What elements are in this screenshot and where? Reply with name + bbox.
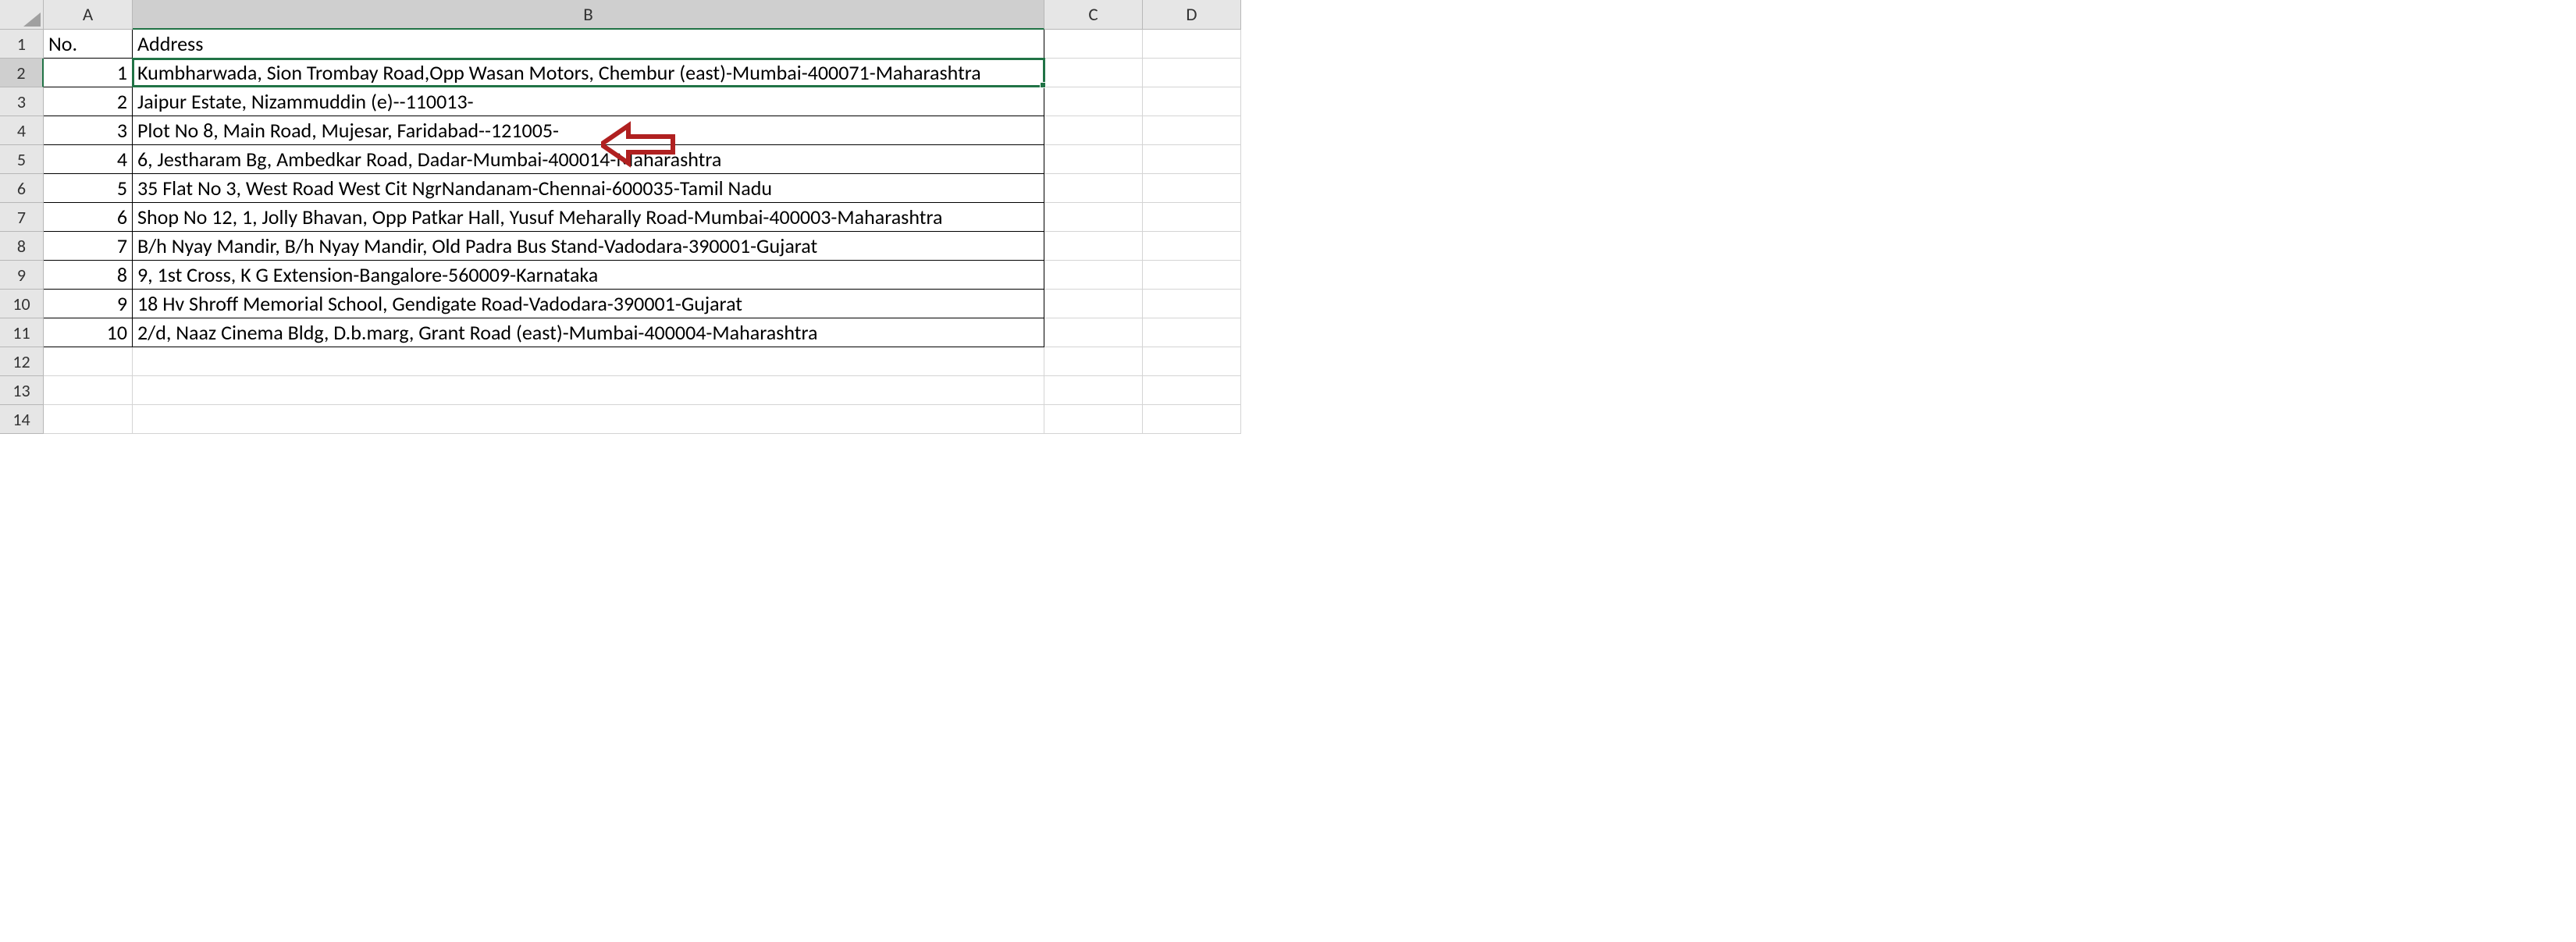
cell-D1[interactable] [1143,30,1241,59]
cell-B4[interactable]: Plot No 8, Main Road, Mujesar, Faridabad… [133,116,1044,145]
cell-B8[interactable]: B/h Nyay Mandir, B/h Nyay Mandir, Old Pa… [133,232,1044,261]
fill-handle[interactable] [1040,82,1046,88]
row-header-13[interactable]: 13 [0,376,44,405]
spreadsheet-viewport: A B C D 1 2 3 4 5 6 7 8 9 10 11 12 13 14… [0,0,2576,942]
row-headers: 1 2 3 4 5 6 7 8 9 10 11 12 13 14 [0,30,44,434]
table-row: 1 Kumbharwada, Sion Trombay Road,Opp Was… [44,59,1241,87]
table-row [44,376,1241,405]
cell-D12[interactable] [1143,347,1241,376]
cell-A12[interactable] [44,347,133,376]
cell-C1[interactable] [1044,30,1143,59]
cell-B12[interactable] [133,347,1044,376]
cell-D14[interactable] [1143,405,1241,434]
cell-C11[interactable] [1044,318,1143,347]
col-header-C[interactable]: C [1044,0,1143,30]
cell-D13[interactable] [1143,376,1241,405]
row-header-8[interactable]: 8 [0,232,44,261]
table-row: 2 Jaipur Estate, Nizammuddin (e)--110013… [44,87,1241,116]
row-header-1[interactable]: 1 [0,30,44,59]
cell-B3[interactable]: Jaipur Estate, Nizammuddin (e)--110013- [133,87,1044,116]
row-header-14[interactable]: 14 [0,405,44,434]
cell-C10[interactable] [1044,290,1143,318]
row-header-9[interactable]: 9 [0,261,44,290]
cell-A9[interactable]: 8 [44,261,133,290]
cell-A2[interactable]: 1 [44,59,133,87]
cell-D9[interactable] [1143,261,1241,290]
grid-body: No. Address 1 Kumbharwada, Sion Trombay … [44,30,1241,434]
cell-A7[interactable]: 6 [44,203,133,232]
table-row: 10 2/d, Naaz Cinema Bldg, D.b.marg, Gran… [44,318,1241,347]
cell-C13[interactable] [1044,376,1143,405]
table-row: 5 35 Flat No 3, West Road West Cit NgrNa… [44,174,1241,203]
cell-B10[interactable]: 18 Hv Shroff Memorial School, Gendigate … [133,290,1044,318]
cell-A4[interactable]: 3 [44,116,133,145]
cell-D10[interactable] [1143,290,1241,318]
table-row [44,347,1241,376]
cell-B5[interactable]: 6, Jestharam Bg, Ambedkar Road, Dadar-Mu… [133,145,1044,174]
table-row: 9 18 Hv Shroff Memorial School, Gendigat… [44,290,1241,318]
cell-D4[interactable] [1143,116,1241,145]
table-row: 3 Plot No 8, Main Road, Mujesar, Faridab… [44,116,1241,145]
row-header-2[interactable]: 2 [0,59,44,87]
cell-C5[interactable] [1044,145,1143,174]
cell-C9[interactable] [1044,261,1143,290]
table-row: 6 Shop No 12, 1, Jolly Bhavan, Opp Patka… [44,203,1241,232]
row-header-10[interactable]: 10 [0,290,44,318]
cell-A6[interactable]: 5 [44,174,133,203]
cell-B9[interactable]: 9, 1st Cross, K G Extension-Bangalore-56… [133,261,1044,290]
cell-C2[interactable] [1044,59,1143,87]
table-row: No. Address [44,30,1241,59]
cell-A5[interactable]: 4 [44,145,133,174]
cell-C8[interactable] [1044,232,1143,261]
cell-B13[interactable] [133,376,1044,405]
col-header-A[interactable]: A [44,0,133,30]
cell-D5[interactable] [1143,145,1241,174]
table-row [44,405,1241,434]
row-header-7[interactable]: 7 [0,203,44,232]
cell-C4[interactable] [1044,116,1143,145]
cell-A3[interactable]: 2 [44,87,133,116]
cell-D6[interactable] [1143,174,1241,203]
row-header-3[interactable]: 3 [0,87,44,116]
cell-D8[interactable] [1143,232,1241,261]
cell-D11[interactable] [1143,318,1241,347]
cell-B11[interactable]: 2/d, Naaz Cinema Bldg, D.b.marg, Grant R… [133,318,1044,347]
table-row: 4 6, Jestharam Bg, Ambedkar Road, Dadar-… [44,145,1241,174]
cell-B1[interactable]: Address [133,30,1044,59]
cell-C12[interactable] [1044,347,1143,376]
select-all-corner[interactable] [0,0,44,30]
row-header-5[interactable]: 5 [0,145,44,174]
row-header-12[interactable]: 12 [0,347,44,376]
table-row: 7 B/h Nyay Mandir, B/h Nyay Mandir, Old … [44,232,1241,261]
row-header-11[interactable]: 11 [0,318,44,347]
cell-C7[interactable] [1044,203,1143,232]
cell-D2[interactable] [1143,59,1241,87]
cell-A8[interactable]: 7 [44,232,133,261]
row-header-6[interactable]: 6 [0,174,44,203]
cell-B7[interactable]: Shop No 12, 1, Jolly Bhavan, Opp Patkar … [133,203,1044,232]
cell-B14[interactable] [133,405,1044,434]
cell-A10[interactable]: 9 [44,290,133,318]
cell-D7[interactable] [1143,203,1241,232]
cell-D3[interactable] [1143,87,1241,116]
col-header-D[interactable]: D [1143,0,1241,30]
table-row: 8 9, 1st Cross, K G Extension-Bangalore-… [44,261,1241,290]
cell-A11[interactable]: 10 [44,318,133,347]
cell-A14[interactable] [44,405,133,434]
row-header-4[interactable]: 4 [0,116,44,145]
col-header-B[interactable]: B [133,0,1044,30]
cell-B2[interactable]: Kumbharwada, Sion Trombay Road,Opp Wasan… [133,59,1044,87]
cell-C14[interactable] [1044,405,1143,434]
column-headers: A B C D [44,0,1241,30]
cell-B6[interactable]: 35 Flat No 3, West Road West Cit NgrNand… [133,174,1044,203]
cell-A13[interactable] [44,376,133,405]
cell-C6[interactable] [1044,174,1143,203]
cell-A1[interactable]: No. [44,30,133,59]
cell-C3[interactable] [1044,87,1143,116]
